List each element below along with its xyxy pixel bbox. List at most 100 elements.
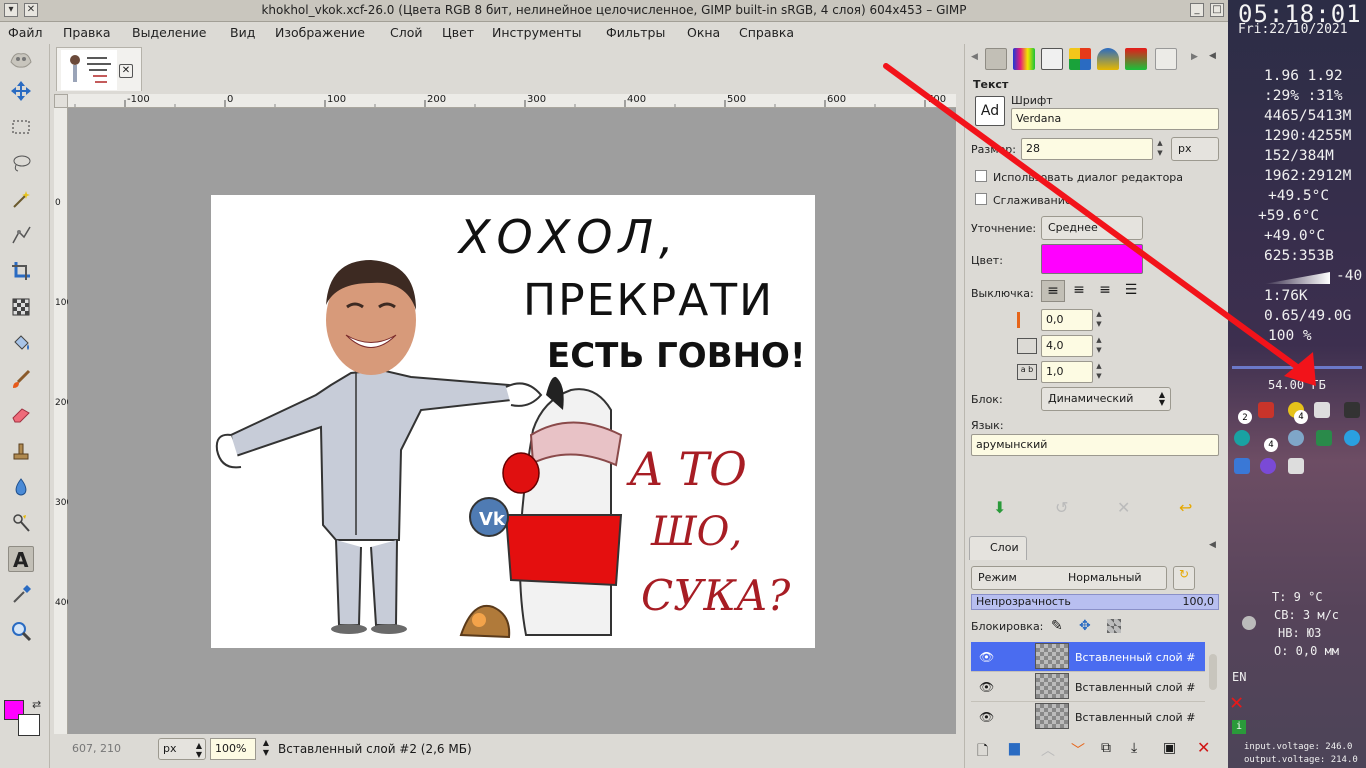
tray-app-icon[interactable]	[1314, 402, 1330, 418]
layers-menu-icon[interactable]: ◀	[1209, 540, 1216, 550]
tray-app-icon[interactable]	[1258, 402, 1274, 418]
zoom-dropdown-button[interactable]: ▲ ▼	[258, 738, 274, 760]
move-tool-icon[interactable]	[8, 78, 34, 104]
menu-layer[interactable]: Слой	[390, 25, 423, 40]
image-tab-thumbnail[interactable]: ✕	[56, 47, 142, 91]
letter-spacing-spin-button[interactable]: ▲ ▼	[1093, 361, 1105, 383]
lower-layer-icon[interactable]: ﹀	[1071, 740, 1085, 760]
maximize-button[interactable]: □	[1210, 3, 1224, 17]
delete-layer-icon[interactable]: ✕	[1197, 738, 1210, 757]
blur-tool-icon[interactable]	[8, 474, 34, 500]
justify-right-icon[interactable]: ≡	[1067, 280, 1091, 302]
horizontal-ruler[interactable]: -100 0 100 200 300 400 500 600 700	[68, 94, 956, 108]
crop-tool-icon[interactable]	[8, 258, 34, 284]
info-icon[interactable]: i	[1232, 720, 1246, 734]
unit-select[interactable]: px ▲ ▼	[158, 738, 206, 760]
tray-app-icon[interactable]	[1288, 430, 1304, 446]
menu-help[interactable]: Справка	[739, 25, 794, 40]
viber-icon[interactable]	[1260, 458, 1276, 474]
hinting-select[interactable]: Среднее	[1041, 216, 1143, 240]
restore-options-icon[interactable]: ↺	[1055, 498, 1068, 517]
delete-options-icon[interactable]: ✕	[1117, 498, 1130, 517]
layer-row[interactable]: 👁 Вставленный слой #	[971, 672, 1205, 702]
eraser-icon[interactable]	[8, 402, 34, 428]
image-canvas[interactable]: Vk ХОХОЛ, ПРЕКРАТИ ЕСТЬ ГОВНО! А ТО ШО, …	[211, 195, 815, 648]
tab-scroll-left-icon[interactable]: ◀	[971, 52, 978, 62]
telegram-icon[interactable]	[1344, 430, 1360, 446]
close-red-icon[interactable]: ✕	[1230, 690, 1243, 715]
line-spacing-input[interactable]: 4,0	[1041, 335, 1093, 357]
ruler-corner-button[interactable]	[54, 94, 68, 108]
menu-colors[interactable]: Цвет	[442, 25, 474, 40]
font-input[interactable]: Verdana	[1011, 108, 1219, 130]
zoom-tool-icon[interactable]	[8, 618, 34, 644]
brushes-tab-icon[interactable]	[1097, 48, 1119, 70]
merge-layer-icon[interactable]: ⤓	[1131, 740, 1137, 756]
layers-tab[interactable]: Слои	[969, 536, 1027, 560]
menu-filters[interactable]: Фильтры	[606, 25, 665, 40]
menu-view[interactable]: Вид	[230, 25, 255, 40]
layer-row[interactable]: 👁 Вставленный слой #	[971, 702, 1205, 730]
indent-spin-button[interactable]: ▲ ▼	[1093, 309, 1105, 331]
reset-options-icon[interactable]: ↩	[1179, 498, 1192, 517]
dodge-burn-icon[interactable]	[8, 510, 34, 536]
zoom-field[interactable]: 100%	[210, 738, 256, 760]
paintbrush-icon[interactable]	[8, 366, 34, 392]
justify-center-icon[interactable]: ≡	[1093, 280, 1117, 302]
raise-layer-icon[interactable]: ︿	[1041, 740, 1055, 760]
menu-image[interactable]: Изображение	[275, 25, 365, 40]
lasso-select-icon[interactable]	[8, 150, 34, 176]
text-tool-icon[interactable]: A	[8, 546, 34, 572]
swap-colors-icon[interactable]: ⇄	[32, 698, 41, 711]
indent-input[interactable]: 0,0	[1041, 309, 1093, 331]
lock-alpha-icon[interactable]	[1107, 619, 1121, 633]
opacity-slider[interactable]: Непрозрачность 100,0	[971, 594, 1219, 610]
use-editor-checkbox[interactable]	[975, 170, 987, 182]
tray-app-icon[interactable]	[1316, 430, 1332, 446]
duplicate-layer-icon[interactable]: ⧉	[1101, 740, 1111, 756]
tab-scroll-right-icon[interactable]: ▶	[1191, 52, 1198, 62]
language-input[interactable]: арумынский	[971, 434, 1219, 456]
new-layer-icon[interactable]: 🗋	[977, 740, 988, 764]
layer-mask-icon[interactable]: ▣	[1163, 740, 1176, 756]
layer-row[interactable]: 👁 Вставленный слой #	[971, 642, 1205, 672]
clone-stamp-icon[interactable]	[8, 438, 34, 464]
color-picker-icon[interactable]	[8, 582, 34, 608]
size-spin-button[interactable]: ▲ ▼	[1154, 138, 1166, 160]
size-unit-select[interactable]: px	[1171, 137, 1219, 161]
save-options-icon[interactable]: ⬇	[993, 498, 1006, 517]
gradient-tab-icon[interactable]	[1013, 48, 1035, 70]
warp-transform-icon[interactable]	[8, 294, 34, 320]
tool-options-tab-icon[interactable]	[985, 48, 1007, 70]
undo-history-tab-icon[interactable]	[1041, 48, 1063, 70]
menu-edit[interactable]: Правка	[63, 25, 111, 40]
lock-position-icon[interactable]: ✥	[1079, 618, 1091, 634]
bucket-fill-icon[interactable]	[8, 330, 34, 356]
tray-app-icon[interactable]	[1344, 402, 1360, 418]
eye-icon[interactable]: 👁	[979, 650, 994, 664]
paths-tool-icon[interactable]	[8, 222, 34, 248]
tray-app-icon[interactable]	[1288, 458, 1304, 474]
layer-mode-select[interactable]: Режим Нормальный	[971, 566, 1167, 590]
antialias-checkbox[interactable]	[975, 193, 987, 205]
canvas-area[interactable]: Vk ХОХОЛ, ПРЕКРАТИ ЕСТЬ ГОВНО! А ТО ШО, …	[68, 108, 956, 734]
vertical-ruler[interactable]: 0 100 200 300 400	[54, 108, 72, 734]
tray-app-icon[interactable]	[1234, 458, 1250, 474]
box-select[interactable]: Динамический ▲ ▼	[1041, 387, 1171, 411]
menu-tools[interactable]: Инструменты	[492, 25, 581, 40]
minimize-button[interactable]: _	[1190, 3, 1204, 17]
text-color-button[interactable]	[1041, 244, 1143, 274]
letter-spacing-input[interactable]: 1,0	[1041, 361, 1093, 383]
rect-select-icon[interactable]	[8, 114, 34, 140]
layers-scrollbar[interactable]	[1209, 654, 1217, 690]
menu-select[interactable]: Выделение	[132, 25, 206, 40]
background-color-swatch[interactable]	[18, 714, 40, 736]
patterns-tab-icon[interactable]	[1069, 48, 1091, 70]
fonts-tab-icon[interactable]	[1125, 48, 1147, 70]
menu-windows[interactable]: Окна	[687, 25, 720, 40]
tray-app-icon[interactable]	[1234, 430, 1250, 446]
keyboard-layout[interactable]: EN	[1232, 670, 1246, 684]
close-tab-icon[interactable]: ✕	[119, 64, 133, 78]
fuzzy-select-icon[interactable]	[8, 186, 34, 212]
lock-pixels-icon[interactable]: ✎	[1051, 618, 1063, 634]
